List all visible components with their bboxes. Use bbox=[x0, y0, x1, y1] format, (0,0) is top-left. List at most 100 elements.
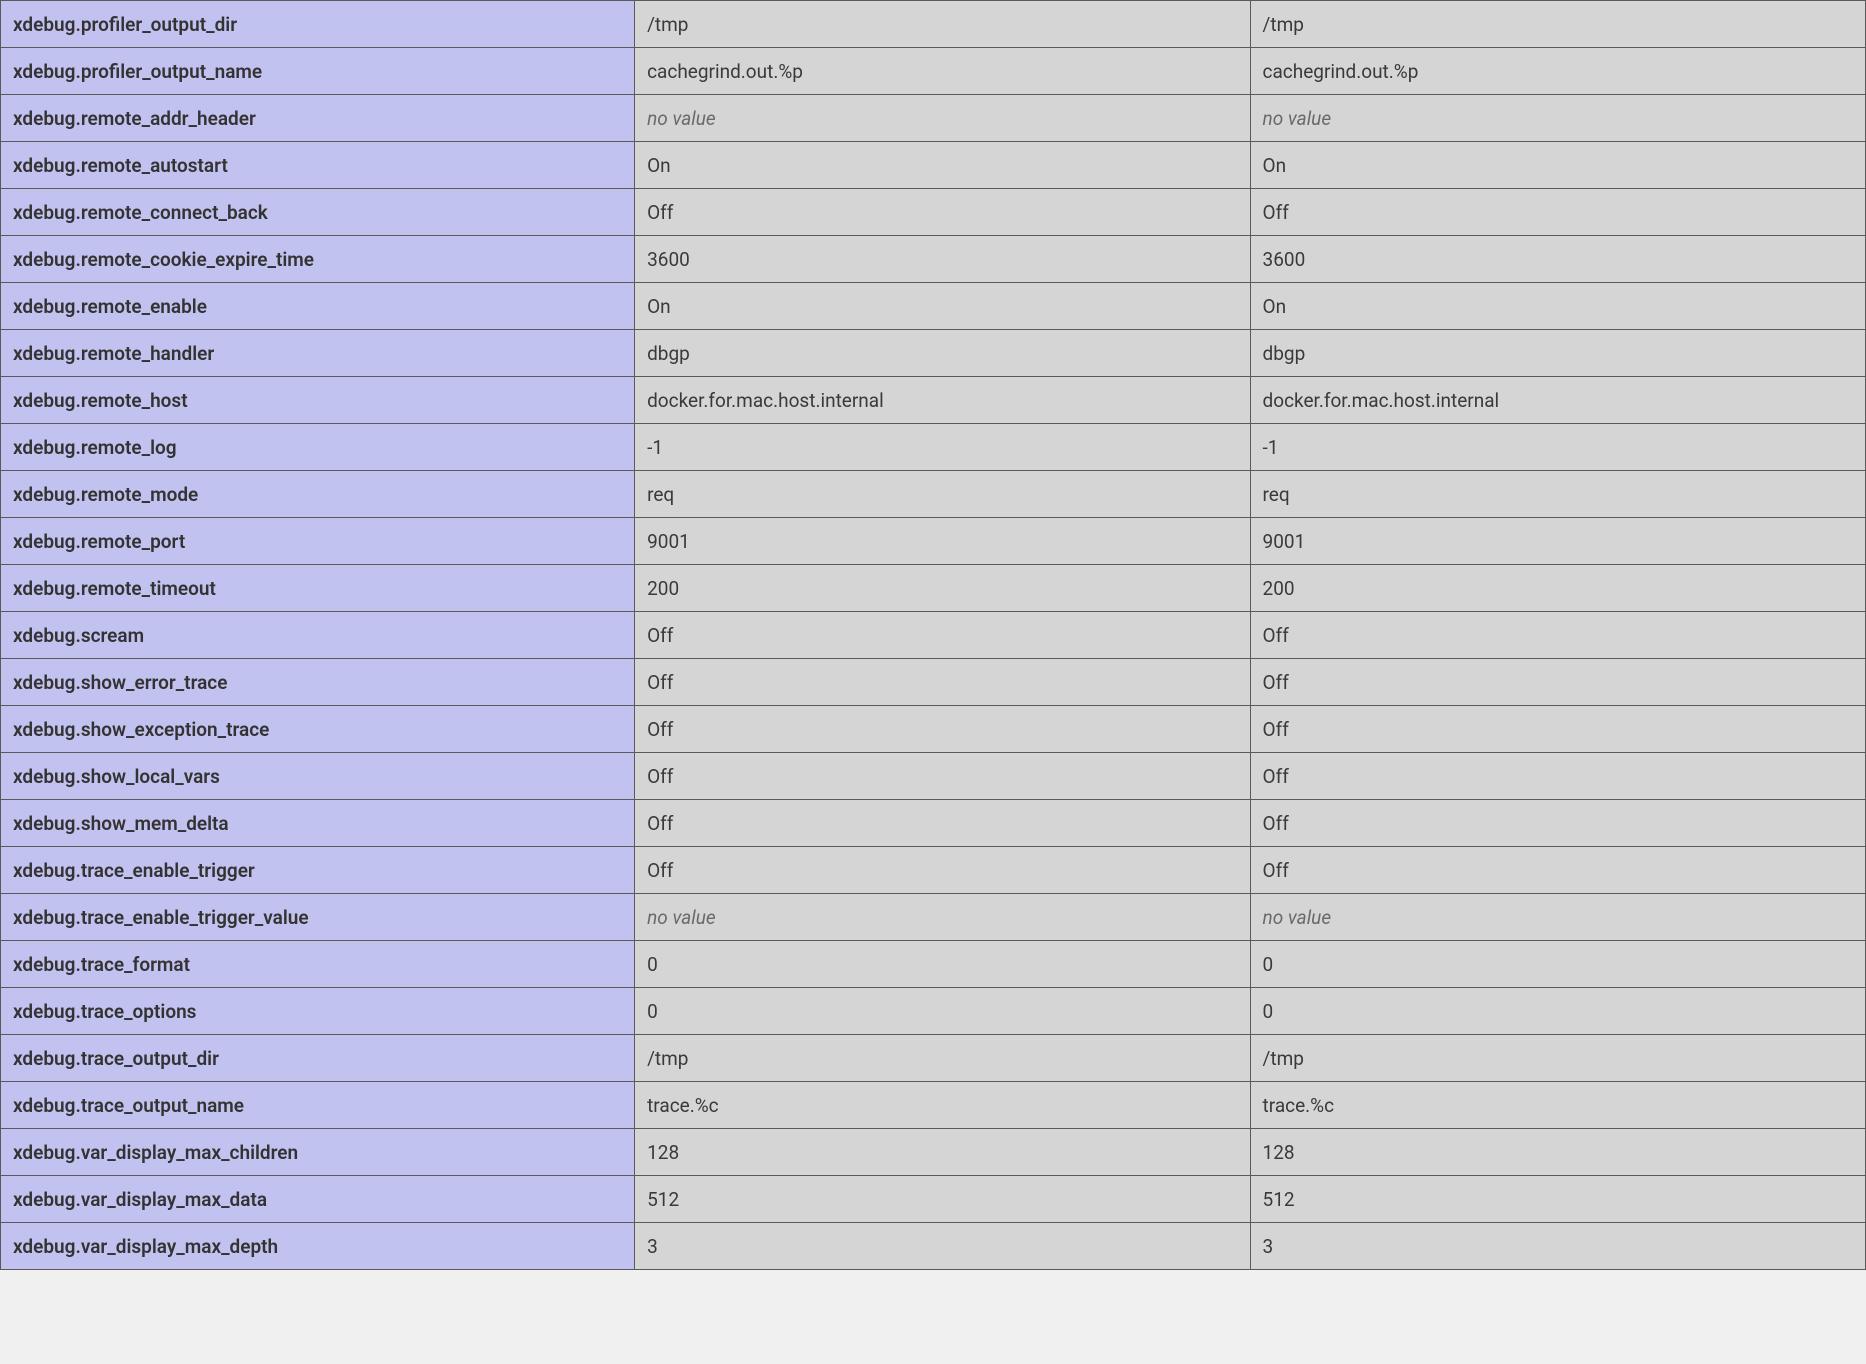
local-value: On bbox=[635, 283, 1250, 330]
master-value: /tmp bbox=[1250, 1035, 1865, 1082]
master-value: -1 bbox=[1250, 424, 1865, 471]
table-row: xdebug.remote_hostdocker.for.mac.host.in… bbox=[1, 377, 1866, 424]
directive-name: xdebug.remote_addr_header bbox=[1, 95, 635, 142]
master-value: 200 bbox=[1250, 565, 1865, 612]
master-value: 3600 bbox=[1250, 236, 1865, 283]
local-value: Off bbox=[635, 800, 1250, 847]
master-value: /tmp bbox=[1250, 1, 1865, 48]
directive-name: xdebug.profiler_output_dir bbox=[1, 1, 635, 48]
directive-name: xdebug.remote_timeout bbox=[1, 565, 635, 612]
table-row: xdebug.remote_addr_headerno valueno valu… bbox=[1, 95, 1866, 142]
local-value: Off bbox=[635, 189, 1250, 236]
directive-name: xdebug.trace_enable_trigger bbox=[1, 847, 635, 894]
local-value: Off bbox=[635, 612, 1250, 659]
local-value: 9001 bbox=[635, 518, 1250, 565]
directive-name: xdebug.show_local_vars bbox=[1, 753, 635, 800]
table-row: xdebug.trace_enable_trigger_valueno valu… bbox=[1, 894, 1866, 941]
master-value: Off bbox=[1250, 189, 1865, 236]
master-value: cachegrind.out.%p bbox=[1250, 48, 1865, 95]
local-value: 128 bbox=[635, 1129, 1250, 1176]
local-value: -1 bbox=[635, 424, 1250, 471]
phpinfo-directives-table: xdebug.profiler_output_dir/tmp/tmpxdebug… bbox=[0, 0, 1866, 1270]
directive-name: xdebug.remote_cookie_expire_time bbox=[1, 236, 635, 283]
local-value: no value bbox=[635, 894, 1250, 941]
master-value: Off bbox=[1250, 706, 1865, 753]
table-row: xdebug.var_display_max_depth33 bbox=[1, 1223, 1866, 1270]
table-row: xdebug.remote_connect_backOffOff bbox=[1, 189, 1866, 236]
master-value: 3 bbox=[1250, 1223, 1865, 1270]
master-value: trace.%c bbox=[1250, 1082, 1865, 1129]
master-value: 512 bbox=[1250, 1176, 1865, 1223]
master-value: 0 bbox=[1250, 941, 1865, 988]
table-row: xdebug.var_display_max_data512512 bbox=[1, 1176, 1866, 1223]
master-value: On bbox=[1250, 283, 1865, 330]
table-row: xdebug.screamOffOff bbox=[1, 612, 1866, 659]
directive-name: xdebug.remote_handler bbox=[1, 330, 635, 377]
local-value: req bbox=[635, 471, 1250, 518]
table-row: xdebug.profiler_output_dir/tmp/tmp bbox=[1, 1, 1866, 48]
directive-name: xdebug.remote_log bbox=[1, 424, 635, 471]
directive-name: xdebug.var_display_max_data bbox=[1, 1176, 635, 1223]
directive-name: xdebug.scream bbox=[1, 612, 635, 659]
master-value: docker.for.mac.host.internal bbox=[1250, 377, 1865, 424]
directive-name: xdebug.trace_output_name bbox=[1, 1082, 635, 1129]
local-value: Off bbox=[635, 753, 1250, 800]
master-value: On bbox=[1250, 142, 1865, 189]
local-value: trace.%c bbox=[635, 1082, 1250, 1129]
local-value: Off bbox=[635, 659, 1250, 706]
table-row: xdebug.trace_output_nametrace.%ctrace.%c bbox=[1, 1082, 1866, 1129]
local-value: cachegrind.out.%p bbox=[635, 48, 1250, 95]
table-row: xdebug.remote_port90019001 bbox=[1, 518, 1866, 565]
directive-name: xdebug.show_error_trace bbox=[1, 659, 635, 706]
local-value: Off bbox=[635, 706, 1250, 753]
master-value: 0 bbox=[1250, 988, 1865, 1035]
local-value: dbgp bbox=[635, 330, 1250, 377]
master-value: 9001 bbox=[1250, 518, 1865, 565]
local-value: 3600 bbox=[635, 236, 1250, 283]
table-row: xdebug.show_local_varsOffOff bbox=[1, 753, 1866, 800]
directive-name: xdebug.trace_enable_trigger_value bbox=[1, 894, 635, 941]
directive-name: xdebug.show_mem_delta bbox=[1, 800, 635, 847]
master-value: Off bbox=[1250, 753, 1865, 800]
directive-name: xdebug.remote_enable bbox=[1, 283, 635, 330]
local-value: 0 bbox=[635, 941, 1250, 988]
table-row: xdebug.remote_enableOnOn bbox=[1, 283, 1866, 330]
master-value: dbgp bbox=[1250, 330, 1865, 377]
local-value: 200 bbox=[635, 565, 1250, 612]
table-row: xdebug.profiler_output_namecachegrind.ou… bbox=[1, 48, 1866, 95]
local-value: 512 bbox=[635, 1176, 1250, 1223]
table-row: xdebug.trace_options00 bbox=[1, 988, 1866, 1035]
directive-name: xdebug.trace_format bbox=[1, 941, 635, 988]
master-value: no value bbox=[1250, 95, 1865, 142]
table-row: xdebug.remote_cookie_expire_time36003600 bbox=[1, 236, 1866, 283]
directive-name: xdebug.remote_host bbox=[1, 377, 635, 424]
table-row: xdebug.remote_timeout200200 bbox=[1, 565, 1866, 612]
table-row: xdebug.trace_output_dir/tmp/tmp bbox=[1, 1035, 1866, 1082]
table-row: xdebug.var_display_max_children128128 bbox=[1, 1129, 1866, 1176]
directive-name: xdebug.show_exception_trace bbox=[1, 706, 635, 753]
local-value: docker.for.mac.host.internal bbox=[635, 377, 1250, 424]
master-value: req bbox=[1250, 471, 1865, 518]
directive-name: xdebug.var_display_max_children bbox=[1, 1129, 635, 1176]
table-row: xdebug.trace_enable_triggerOffOff bbox=[1, 847, 1866, 894]
table-row: xdebug.remote_log-1-1 bbox=[1, 424, 1866, 471]
directive-name: xdebug.remote_connect_back bbox=[1, 189, 635, 236]
directive-name: xdebug.trace_output_dir bbox=[1, 1035, 635, 1082]
local-value: /tmp bbox=[635, 1035, 1250, 1082]
master-value: Off bbox=[1250, 659, 1865, 706]
master-value: no value bbox=[1250, 894, 1865, 941]
master-value: Off bbox=[1250, 847, 1865, 894]
local-value: no value bbox=[635, 95, 1250, 142]
table-row: xdebug.show_mem_deltaOffOff bbox=[1, 800, 1866, 847]
directive-name: xdebug.remote_mode bbox=[1, 471, 635, 518]
table-row: xdebug.show_error_traceOffOff bbox=[1, 659, 1866, 706]
local-value: 3 bbox=[635, 1223, 1250, 1270]
master-value: 128 bbox=[1250, 1129, 1865, 1176]
master-value: Off bbox=[1250, 612, 1865, 659]
local-value: On bbox=[635, 142, 1250, 189]
local-value: /tmp bbox=[635, 1, 1250, 48]
table-row: xdebug.remote_handlerdbgpdbgp bbox=[1, 330, 1866, 377]
table-row: xdebug.remote_autostartOnOn bbox=[1, 142, 1866, 189]
directive-name: xdebug.var_display_max_depth bbox=[1, 1223, 635, 1270]
local-value: 0 bbox=[635, 988, 1250, 1035]
